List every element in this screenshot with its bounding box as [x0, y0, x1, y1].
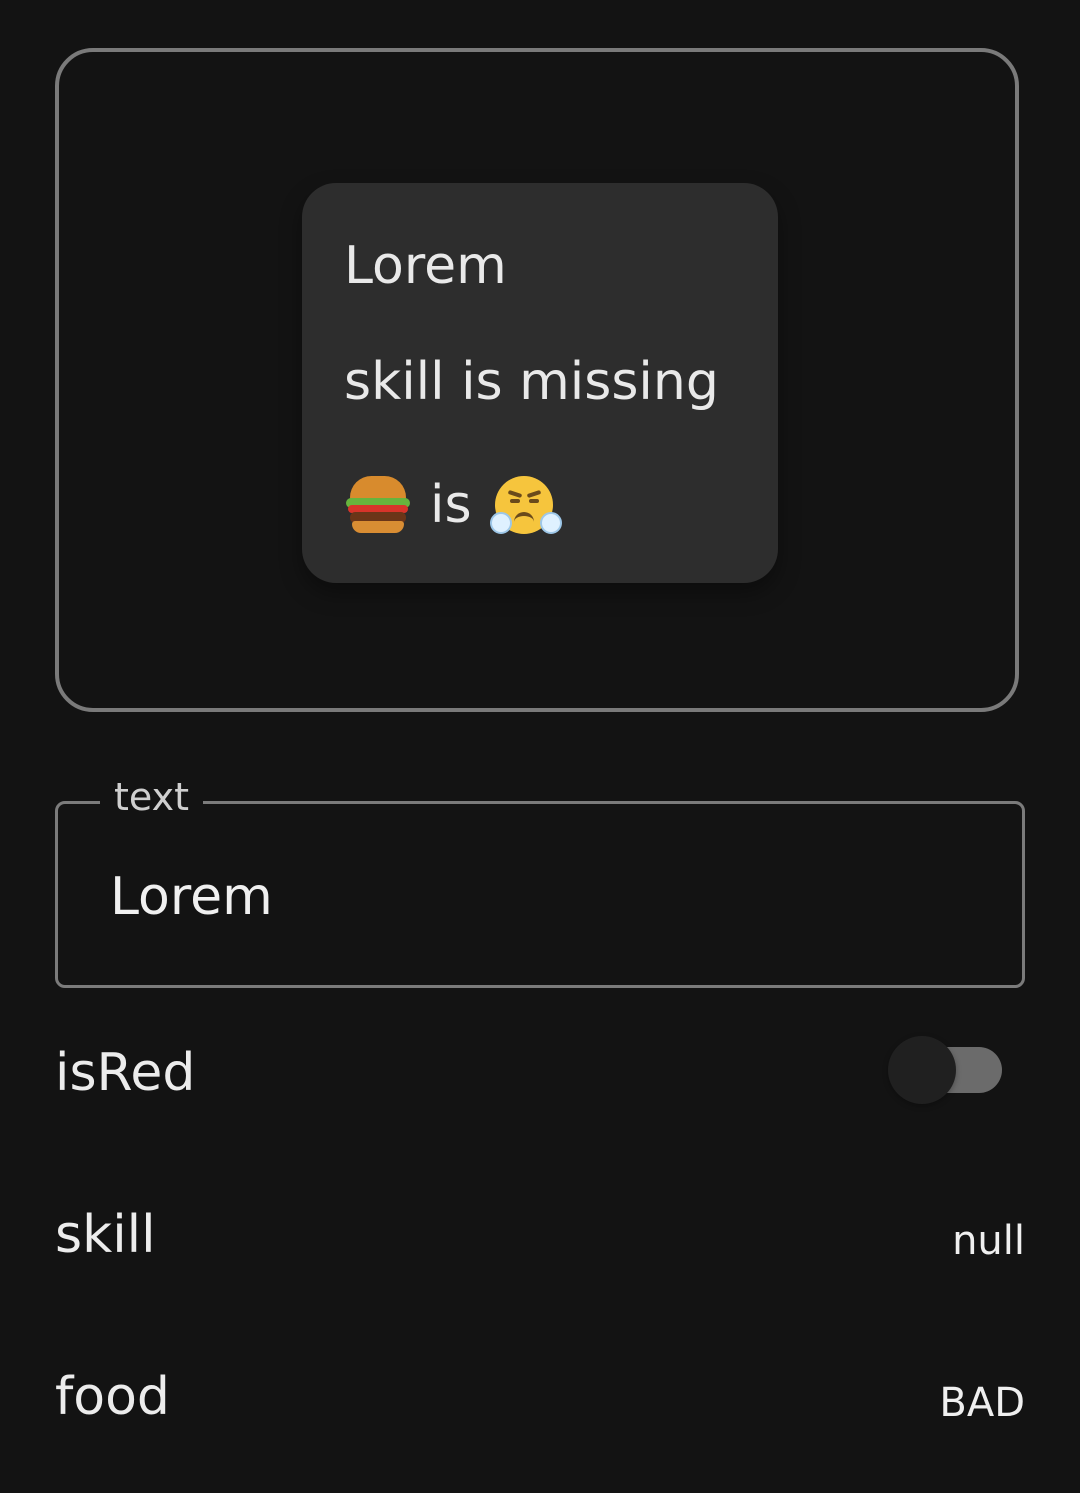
skill-row[interactable]: skill null — [55, 1209, 1025, 1309]
preview-text-line: Lorem — [344, 236, 507, 296]
preview-food-line: is — [344, 472, 562, 538]
toggle-thumb[interactable] — [888, 1036, 956, 1104]
angry-face-icon — [489, 472, 562, 538]
isred-toggle[interactable] — [888, 1036, 1002, 1104]
preview-skill-message: skill is missing — [344, 352, 719, 412]
text-field-label: text — [100, 778, 203, 816]
burger-icon — [344, 474, 412, 536]
skill-value[interactable]: null — [952, 1221, 1025, 1261]
text-input-field[interactable]: text Lorem — [55, 778, 1025, 988]
food-label: food — [55, 1367, 170, 1427]
preview-food-connector: is — [430, 475, 472, 535]
isred-row: isRed — [55, 1047, 1025, 1147]
food-value[interactable]: BAD — [939, 1383, 1025, 1423]
isred-label: isRed — [55, 1043, 196, 1103]
skill-label: skill — [55, 1205, 156, 1265]
food-row[interactable]: food BAD — [55, 1371, 1025, 1471]
text-field-value[interactable]: Lorem — [110, 871, 273, 923]
